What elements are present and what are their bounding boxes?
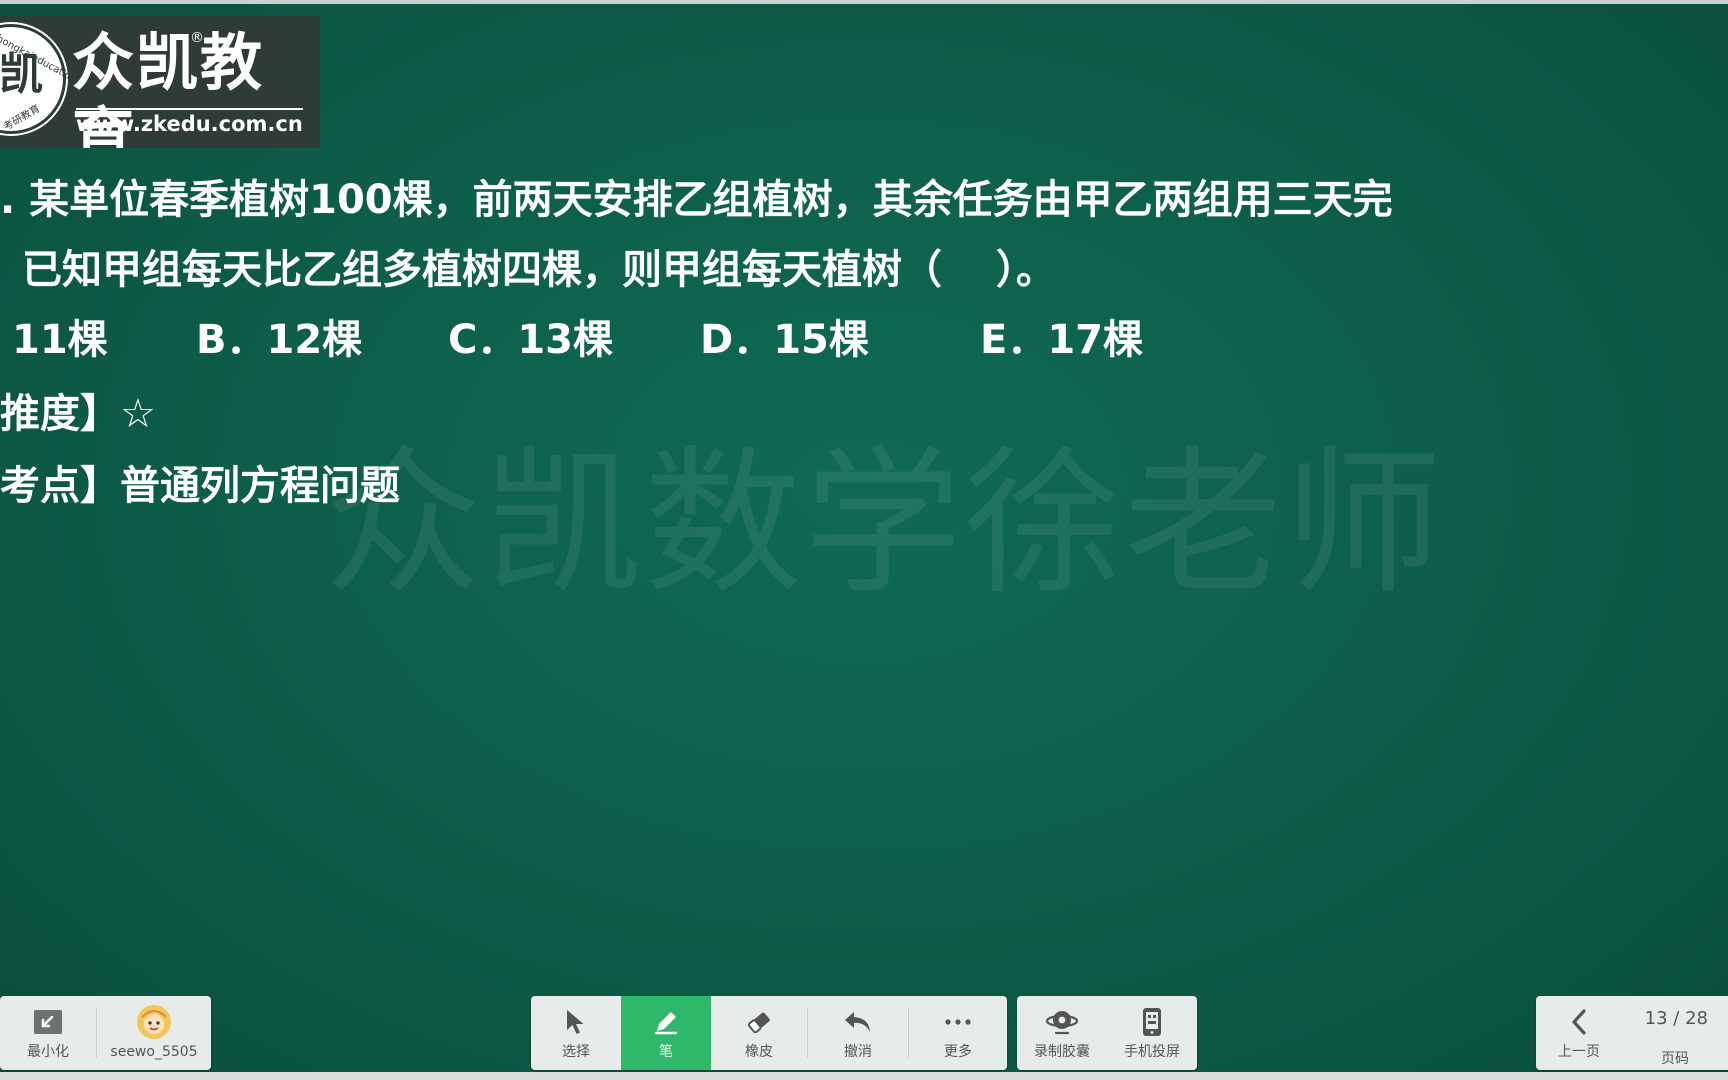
toolbar-left: 最小化 seewo_5505	[0, 996, 211, 1070]
option-b: B．12棵	[196, 317, 363, 363]
logo-seal-char: 凯	[0, 49, 43, 100]
pen-tool-label: 笔	[659, 1044, 673, 1060]
chevron-left-icon	[1569, 1003, 1589, 1041]
window-bottom-edge	[0, 1072, 1728, 1080]
record-capsule-label: 录制胶囊	[1034, 1044, 1090, 1060]
more-button[interactable]: 更多	[909, 996, 1007, 1070]
user-account-button[interactable]: seewo_5505	[97, 996, 211, 1070]
user-avatar-icon	[136, 1003, 172, 1041]
difficulty-row: 推度】☆	[0, 390, 156, 438]
toolbar-right: 上一页 13 / 28 页码	[1536, 996, 1728, 1070]
teacher-watermark: 众凯数学徐老师	[324, 432, 1444, 616]
logo-url: www.zkedu.com.cn	[76, 108, 303, 136]
record-capsule-button[interactable]: 录制胶囊	[1017, 996, 1107, 1070]
pen-tool-button[interactable]: 笔	[621, 996, 711, 1070]
phone-cast-icon	[1141, 1003, 1163, 1041]
cursor-arrow-icon	[564, 1003, 588, 1041]
more-label: 更多	[944, 1044, 972, 1060]
pen-icon	[652, 1003, 680, 1041]
eraser-tool-button[interactable]: 橡皮	[711, 996, 807, 1070]
eraser-tool-label: 橡皮	[745, 1044, 773, 1060]
difficulty-label: 推度】	[0, 391, 120, 437]
undo-label: 撤消	[844, 1044, 872, 1060]
window-top-edge	[0, 0, 1728, 4]
eraser-icon	[745, 1003, 773, 1041]
undo-icon	[843, 1003, 873, 1041]
select-tool-button[interactable]: 选择	[531, 996, 621, 1070]
prev-page-label: 上一页	[1558, 1044, 1600, 1060]
select-tool-label: 选择	[562, 1044, 590, 1060]
brand-logo: zhongkaieducation 凯 考研教育 众凯教育 ® www.zked…	[0, 16, 320, 148]
topic-row: 考点】普通列方程问题	[0, 462, 400, 510]
undo-button[interactable]: 撤消	[808, 996, 908, 1070]
user-name-label: seewo_5505	[110, 1044, 198, 1060]
toolbar-extra: 录制胶囊 手机投屏	[1017, 996, 1197, 1070]
minimize-label: 最小化	[27, 1044, 69, 1060]
page-number-button[interactable]: 13 / 28 页码	[1622, 996, 1728, 1070]
difficulty-star: ☆	[120, 391, 156, 437]
prev-page-button[interactable]: 上一页	[1536, 996, 1622, 1070]
logo-registered-mark: ®	[190, 30, 204, 46]
toolbar-center: 选择 笔 橡皮 撤消 更多	[531, 996, 1007, 1070]
option-c: C．13棵	[448, 317, 614, 363]
logo-seal-arc-bottom-text: 考研教育	[1, 103, 43, 133]
option-e: E．17棵	[980, 317, 1143, 363]
question-line-1: . 某单位春季植树100棵，前两天安排乙组植树，其余任务由甲乙两组用三天完	[0, 177, 1393, 223]
logo-seal: zhongkaieducation 凯 考研教育	[0, 24, 78, 134]
phone-cast-button[interactable]: 手机投屏	[1107, 996, 1197, 1070]
minimize-button[interactable]: 最小化	[0, 996, 96, 1070]
minimize-icon	[33, 1003, 63, 1041]
topic-label: 考点】	[0, 463, 120, 509]
phone-cast-label: 手机投屏	[1124, 1044, 1180, 1060]
option-d: D．15棵	[700, 317, 869, 363]
page-number-value: 13 / 28	[1644, 1008, 1708, 1029]
more-dots-icon	[943, 1003, 973, 1041]
page-number-label: 页码	[1661, 1051, 1689, 1067]
topic-value: 普通列方程问题	[120, 463, 400, 509]
question-line-2: 已知甲组每天比乙组多植树四棵，则甲组每天植树（ ）。	[22, 247, 1056, 293]
record-capsule-icon	[1045, 1003, 1079, 1041]
option-a: 11棵	[12, 317, 108, 363]
